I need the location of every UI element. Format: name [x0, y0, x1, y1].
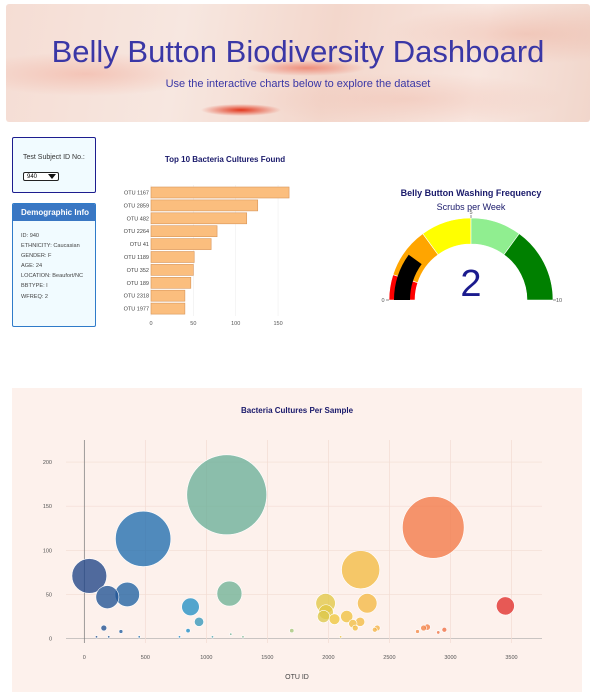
bubble-chart[interactable]: Bacteria Cultures Per Sample OTU ID 0 50 1… [12, 388, 582, 692]
bar [150, 212, 248, 225]
bar-category-label: OTU 41 [130, 242, 149, 248]
bubble [415, 629, 420, 634]
bubble [95, 585, 120, 609]
bubble [115, 510, 172, 567]
demo-row-bbtype: BBTYPE: I [21, 283, 48, 290]
bubble-x-tick-label: 2500 [383, 655, 395, 661]
bubble-y-tick-label: 0 [49, 637, 52, 643]
bar [150, 264, 194, 276]
bar [150, 225, 218, 237]
bubble [420, 624, 427, 632]
demographic-info-panel: Demographic Info ID: 940 ETHNICITY: Cauc… [12, 203, 96, 327]
bubble [216, 580, 243, 607]
bubble [100, 624, 108, 632]
bubble [194, 616, 204, 627]
bubble [317, 610, 330, 623]
bubble [181, 597, 200, 616]
gauge-tick-label: 5 [469, 210, 472, 216]
bubble [137, 635, 141, 639]
bubble-x-axis-label: OTU ID [285, 674, 309, 681]
bar-category-label: OTU 2318 [124, 294, 149, 300]
bubble-x-tick-label: 500 [141, 655, 150, 661]
bubble [436, 630, 441, 635]
bubble [95, 635, 99, 639]
bar-category-label: OTU 482 [127, 216, 149, 222]
bubble [339, 635, 343, 639]
bar-category-label: OTU 1977 [124, 307, 149, 313]
bubble [357, 593, 378, 614]
demo-row-wfreq: WFREQ: 2 [21, 293, 49, 300]
demo-row-location: LOCATION: Beaufort/NC [21, 273, 84, 280]
bar-category-label: OTU 352 [127, 268, 149, 274]
bar-category-label: OTU 2264 [124, 229, 149, 235]
page-title: Belly Button Biodiversity Dashboard [51, 34, 545, 69]
demo-row-ethnicity: ETHNICITY: Caucasian [21, 243, 80, 250]
bubble [210, 635, 214, 639]
bubble [178, 635, 182, 639]
header-banner: Belly Button Biodiversity Dashboard Use … [6, 4, 590, 122]
bar-category-label: OTU 1167 [124, 191, 149, 197]
bubble [241, 635, 245, 639]
page-subtitle: Use the interactive charts below to expl… [165, 78, 431, 90]
bar [150, 238, 212, 250]
bar-category-label: OTU 1189 [124, 255, 149, 261]
bubble [118, 629, 124, 634]
bar-x-tick-label: 150 [273, 321, 282, 327]
bubble-chart-panel: Bacteria Cultures Per Sample OTU ID 0 50 1… [12, 388, 582, 692]
bar [150, 251, 195, 263]
subject-id-dropdown[interactable]: 940 [23, 172, 59, 181]
bar-category-label: OTU 189 [127, 281, 149, 287]
bubble [229, 632, 233, 636]
subject-selector-label: Test Subject ID No.: [23, 154, 85, 161]
demographic-rows: ID: 940 ETHNICITY: Caucasian GENDER: F A… [13, 221, 95, 300]
bubble-x-tick-label: 3500 [505, 655, 517, 661]
bubble-y-tick-label: 50 [46, 592, 52, 598]
bubble-y-tick-label: 200 [43, 460, 52, 466]
bar-x-tick-label: 50 [190, 321, 196, 327]
bubble [352, 624, 359, 632]
bubble-x-tick-label: 2000 [322, 655, 334, 661]
bar [150, 199, 259, 212]
bar-chart-title: Top 10 Bacteria Cultures Found [165, 155, 285, 164]
bubble [402, 496, 465, 559]
bar [150, 302, 186, 315]
bubble [341, 550, 381, 590]
bubble-chart-title: Bacteria Cultures Per Sample [241, 406, 354, 415]
bar [150, 277, 192, 289]
demo-row-age: AGE: 24 [21, 263, 43, 270]
wash-frequency-gauge[interactable]: Belly Button Washing Frequency Scrubs pe… [370, 180, 570, 310]
demographic-info-title: Demographic Info [13, 204, 95, 221]
bar-x-tick-label: 0 [149, 321, 152, 327]
bubble-y-tick-label: 150 [43, 504, 52, 510]
gauge-tick-label: 0 [381, 298, 384, 304]
bubble-y-tick-label: 100 [43, 548, 52, 554]
bubble-x-tick-label: 3000 [444, 655, 456, 661]
subject-id-value: 940 [27, 174, 38, 180]
bar-x-tick-label: 100 [231, 321, 240, 327]
bubble [185, 628, 191, 634]
bar [150, 289, 186, 302]
bubble-x-tick-label: 1000 [200, 655, 212, 661]
bubble [107, 635, 111, 639]
bubble-x-tick-label: 0 [83, 655, 86, 661]
demo-row-id: ID: 940 [21, 233, 40, 239]
bar-category-label: OTU 2859 [124, 203, 149, 209]
top10-bar-chart[interactable]: Top 10 Bacteria Cultures Found 0 50 100 150… [100, 140, 310, 340]
bar [150, 186, 290, 199]
chevron-down-icon [48, 174, 56, 179]
bubble [328, 613, 341, 625]
demo-row-gender: GENDER: F [21, 253, 52, 260]
gauge-tick-label: 10 [556, 298, 562, 304]
bubble [496, 596, 515, 616]
bubble-x-tick-label: 1500 [261, 655, 273, 661]
bubble [186, 454, 267, 535]
bubble [289, 628, 295, 634]
gauge-value: 2 [460, 263, 481, 305]
bubble [441, 627, 448, 633]
gauge-title: Belly Button Washing Frequency [401, 188, 542, 198]
subject-selector-card: Test Subject ID No.: 940 [12, 137, 96, 193]
bubble [372, 627, 378, 633]
